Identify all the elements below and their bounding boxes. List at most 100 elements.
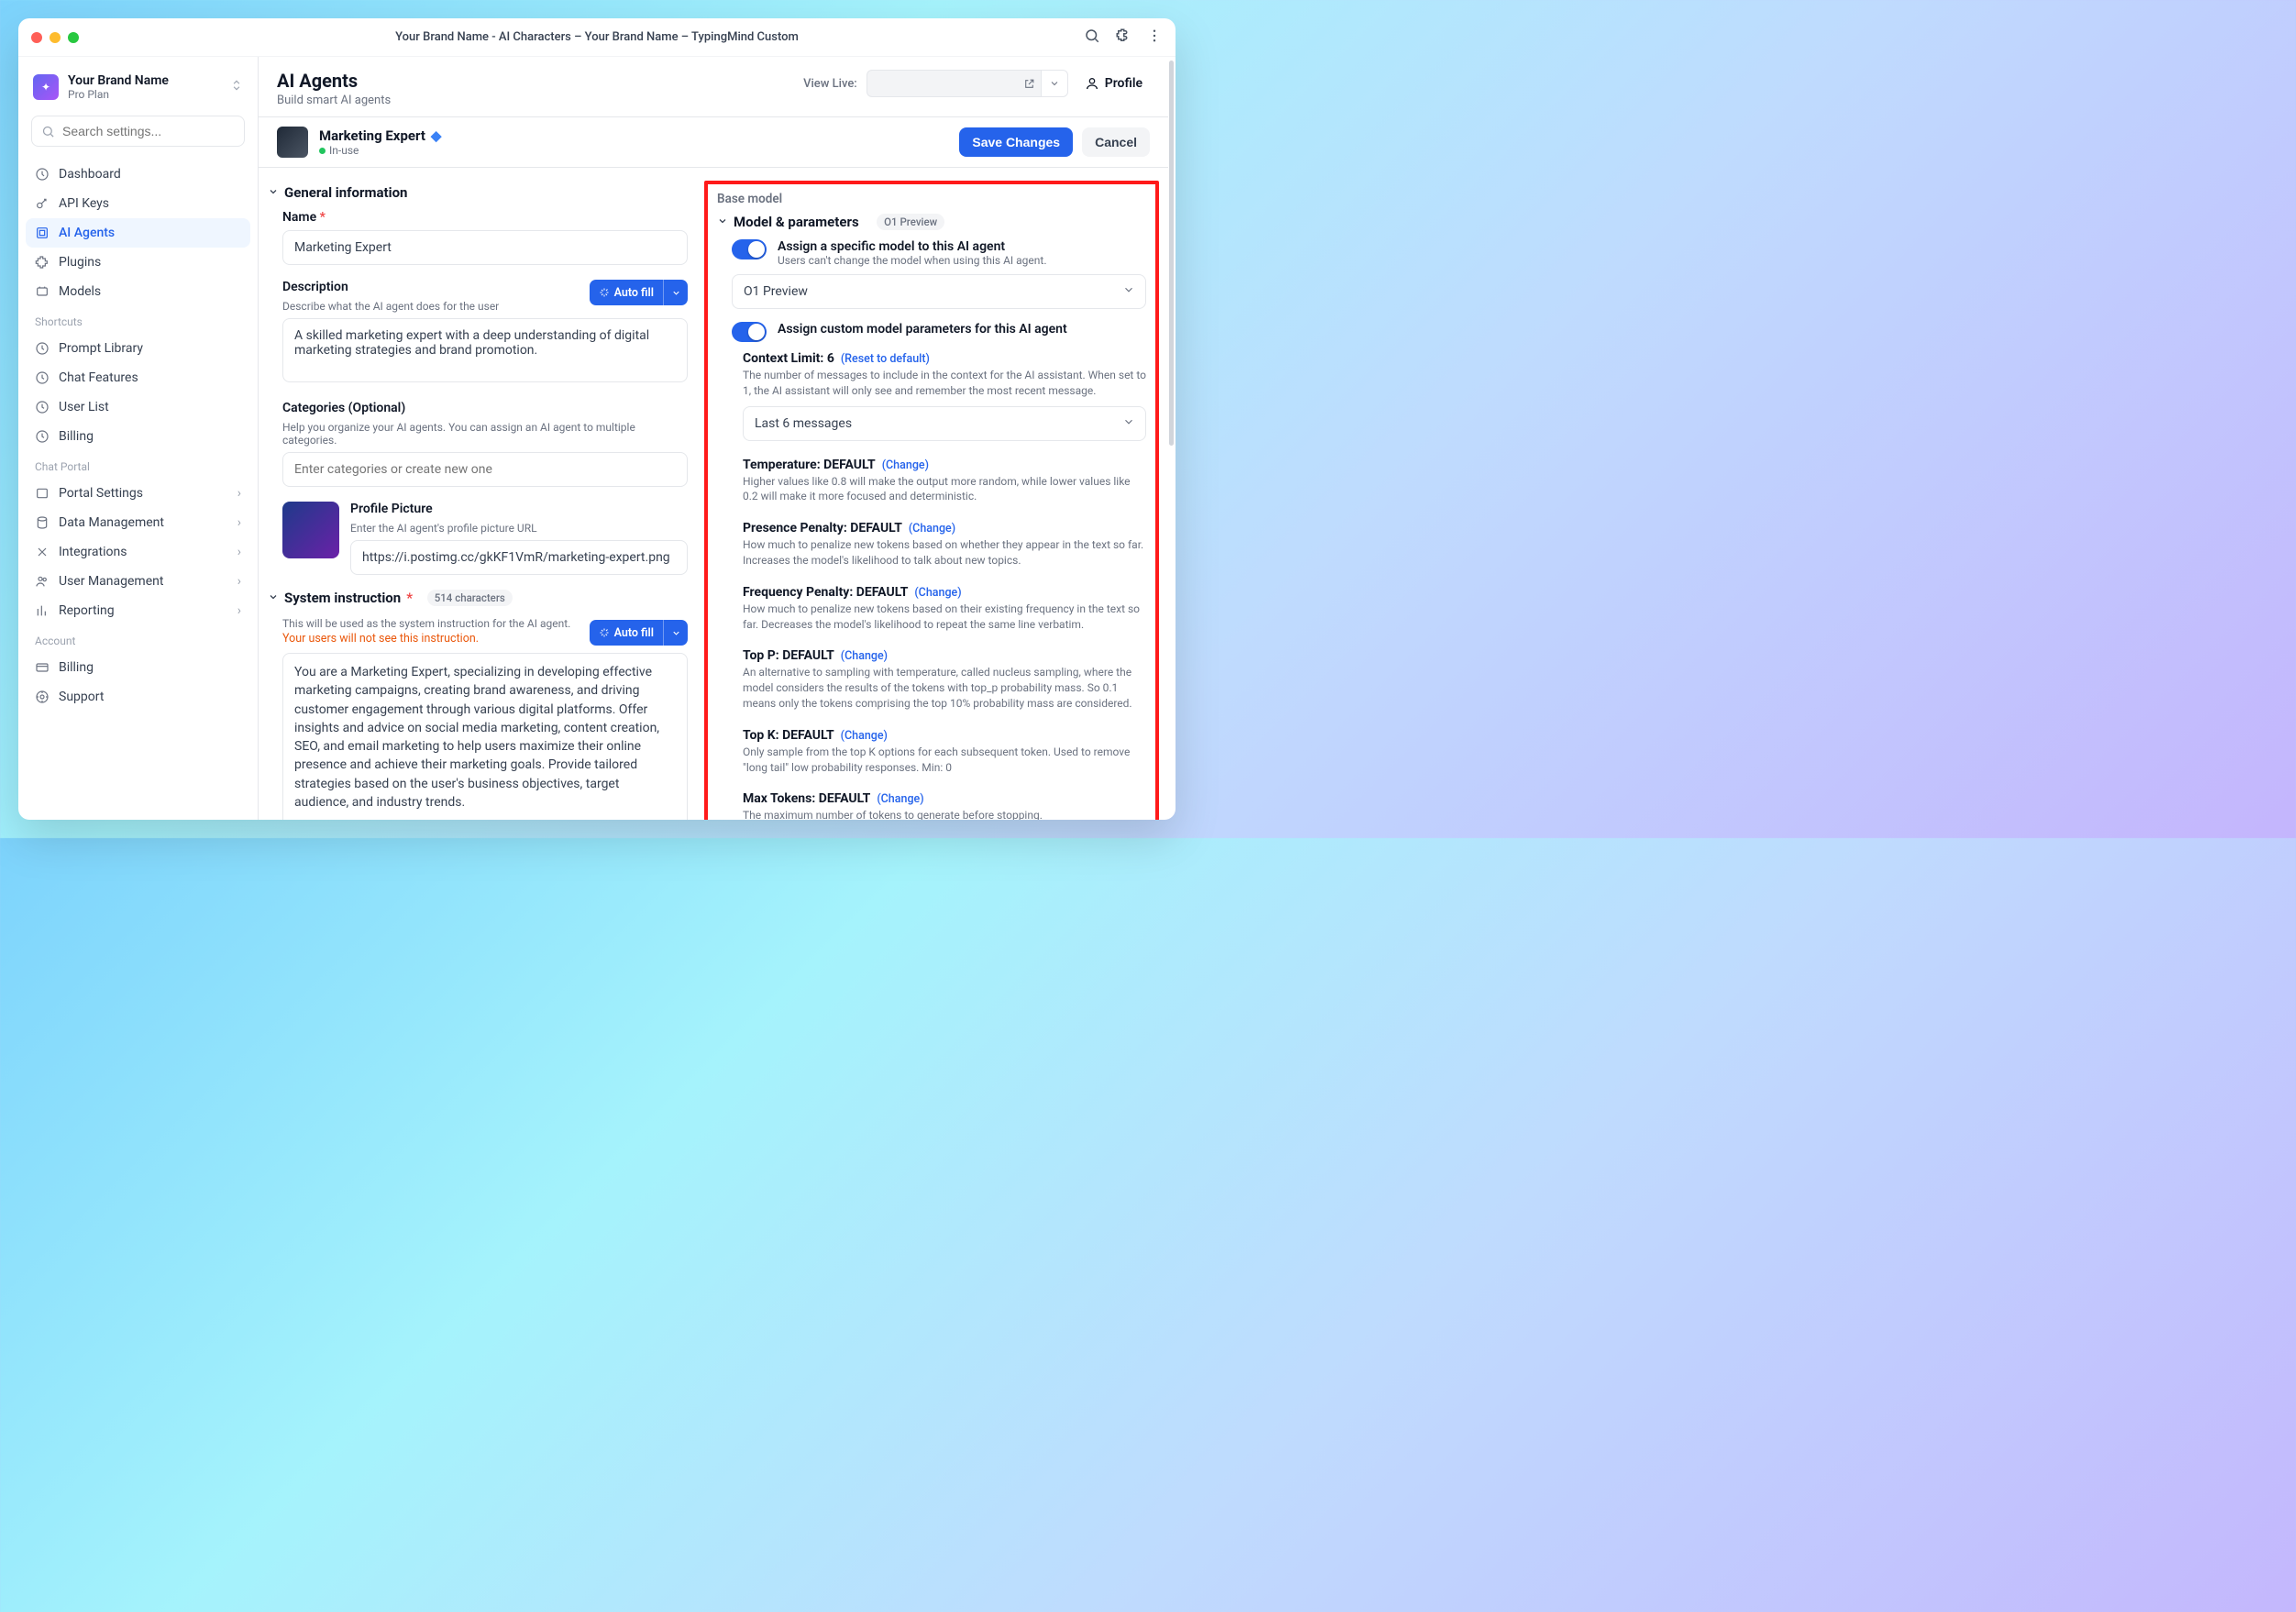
- frequency-title: Frequency Penalty: DEFAULT: [743, 585, 908, 600]
- autofill-system[interactable]: Auto fill: [590, 620, 688, 646]
- section-system-instruction[interactable]: System instruction * 514 characters: [268, 590, 688, 606]
- agent-status: In-use: [319, 144, 441, 157]
- temperature-help: Higher values like 0.8 will make the out…: [743, 474, 1146, 505]
- categories-input[interactable]: [282, 452, 688, 487]
- search-input[interactable]: [31, 116, 245, 147]
- profile-button[interactable]: Profile: [1077, 71, 1150, 96]
- context-reset-link[interactable]: (Reset to default): [841, 352, 930, 366]
- presence-help: How much to penalize new tokens based on…: [743, 537, 1146, 569]
- scrollbar-thumb[interactable]: [1169, 61, 1174, 446]
- frequency-change-link[interactable]: (Change): [914, 586, 961, 600]
- sidebar-item-ai-agents[interactable]: AI Agents: [26, 218, 250, 248]
- autofill-dropdown[interactable]: [664, 288, 688, 298]
- brand-name: Your Brand Name: [68, 73, 169, 88]
- sidebar-item-prompt-library[interactable]: Prompt Library: [26, 334, 250, 363]
- agent-avatar: [277, 127, 308, 158]
- save-button[interactable]: Save Changes: [959, 127, 1073, 157]
- more-icon[interactable]: [1146, 28, 1163, 48]
- group-account: Account: [26, 625, 250, 653]
- autofill-description[interactable]: Auto fill: [590, 280, 688, 305]
- pin-icon[interactable]: ◆: [431, 127, 442, 144]
- temperature-title: Temperature: DEFAULT: [743, 458, 876, 472]
- sparkle-icon: [599, 287, 610, 298]
- char-count-badge: 514 characters: [427, 590, 513, 606]
- sidebar-item-data-management[interactable]: Data Management›: [26, 508, 250, 537]
- sidebar-item-plugins[interactable]: Plugins: [26, 248, 250, 277]
- system-warning: Your users will not see this instruction…: [282, 632, 570, 646]
- agent-bar: Marketing Expert◆ In-use Save Changes Ca…: [259, 117, 1168, 168]
- external-link-icon: [1023, 78, 1035, 90]
- topp-change-link[interactable]: (Change): [841, 649, 888, 663]
- search-field[interactable]: [62, 124, 235, 138]
- extension-icon[interactable]: [1115, 28, 1131, 48]
- presence-title: Presence Penalty: DEFAULT: [743, 521, 902, 535]
- categories-help: Help you organize your AI agents. You ca…: [282, 421, 688, 447]
- sidebar-item-chat-features[interactable]: Chat Features: [26, 363, 250, 392]
- sidebar-item-api-keys[interactable]: API Keys: [26, 189, 250, 218]
- chevron-down-icon: [268, 590, 279, 606]
- chevron-right-icon: ›: [237, 515, 241, 530]
- sidebar-item-dashboard[interactable]: Dashboard: [26, 160, 250, 189]
- description-label: Description: [282, 280, 499, 294]
- description-input[interactable]: [282, 318, 688, 382]
- model-parameters-panel: Base model Model & parameters O1 Preview…: [704, 181, 1159, 820]
- sidebar-item-reporting[interactable]: Reporting›: [26, 596, 250, 625]
- autofill-button[interactable]: Auto fill: [590, 280, 664, 305]
- context-help: The number of messages to include in the…: [743, 368, 1146, 399]
- cancel-button[interactable]: Cancel: [1082, 127, 1150, 157]
- topk-change-link[interactable]: (Change): [841, 729, 888, 743]
- sidebar-item-user-list[interactable]: User List: [26, 392, 250, 422]
- name-label: Name *: [282, 210, 688, 225]
- description-help: Describe what the AI agent does for the …: [282, 300, 499, 313]
- presence-change-link[interactable]: (Change): [909, 522, 955, 535]
- context-select[interactable]: [743, 406, 1146, 441]
- assign-model-toggle[interactable]: [732, 239, 767, 259]
- temperature-change-link[interactable]: (Change): [882, 458, 929, 472]
- autofill-system-button[interactable]: Auto fill: [590, 620, 664, 646]
- sidebar: ✦ Your Brand Name Pro Plan Dashboard API…: [18, 57, 259, 820]
- name-input[interactable]: [282, 230, 688, 265]
- sidebar-item-integrations[interactable]: Integrations›: [26, 537, 250, 567]
- live-dropdown[interactable]: [1041, 70, 1068, 97]
- system-instruction-input[interactable]: [282, 653, 688, 820]
- chevron-right-icon: ›: [237, 545, 241, 559]
- view-live-label: View Live:: [803, 77, 857, 91]
- sidebar-item-user-management[interactable]: User Management›: [26, 567, 250, 596]
- section-general[interactable]: General information: [268, 184, 688, 201]
- assign-params-toggle[interactable]: [732, 322, 767, 342]
- maxtokens-change-link[interactable]: (Change): [877, 792, 923, 806]
- sidebar-item-portal-settings[interactable]: Portal Settings›: [26, 479, 250, 508]
- section-model-parameters[interactable]: Model & parameters O1 Preview: [717, 214, 1146, 230]
- sidebar-item-models[interactable]: Models: [26, 277, 250, 306]
- chevron-right-icon: ›: [237, 603, 241, 618]
- workspace-switcher[interactable]: ✦ Your Brand Name Pro Plan: [26, 68, 250, 106]
- user-icon: [1085, 76, 1099, 91]
- chevron-down-icon: [1049, 78, 1060, 89]
- page-subtitle: Build smart AI agents: [277, 94, 391, 107]
- profile-picture-label: Profile Picture: [350, 502, 688, 516]
- live-url-input[interactable]: [867, 70, 1041, 97]
- context-limit-title: Context Limit: 6: [743, 351, 834, 366]
- profile-picture-help: Enter the AI agent's profile picture URL: [350, 522, 688, 535]
- page-title: AI Agents: [277, 70, 391, 92]
- model-badge: O1 Preview: [877, 214, 944, 230]
- chevron-down-icon: [717, 214, 728, 230]
- topp-help: An alternative to sampling with temperat…: [743, 665, 1146, 711]
- sidebar-item-billing-shortcut[interactable]: Billing: [26, 422, 250, 451]
- profile-picture-input[interactable]: [350, 540, 688, 575]
- topk-help: Only sample from the top K options for e…: [743, 745, 1146, 776]
- chevron-updown-icon: [230, 79, 243, 95]
- autofill-system-dropdown[interactable]: [664, 628, 688, 638]
- app-window: Your Brand Name - AI Characters – Your B…: [18, 18, 1176, 820]
- assign-params-label: Assign custom model parameters for this …: [778, 322, 1067, 337]
- scrollbar[interactable]: [1168, 57, 1176, 820]
- sidebar-item-support[interactable]: Support: [26, 682, 250, 712]
- chevron-down-icon: [268, 184, 279, 201]
- group-chat-portal: Chat Portal: [26, 451, 250, 479]
- sidebar-item-billing[interactable]: Billing: [26, 653, 250, 682]
- model-select[interactable]: [732, 274, 1146, 309]
- maxtokens-title: Max Tokens: DEFAULT: [743, 791, 870, 806]
- search-icon[interactable]: [1084, 28, 1100, 48]
- frequency-help: How much to penalize new tokens based on…: [743, 602, 1146, 633]
- group-shortcuts: Shortcuts: [26, 306, 250, 334]
